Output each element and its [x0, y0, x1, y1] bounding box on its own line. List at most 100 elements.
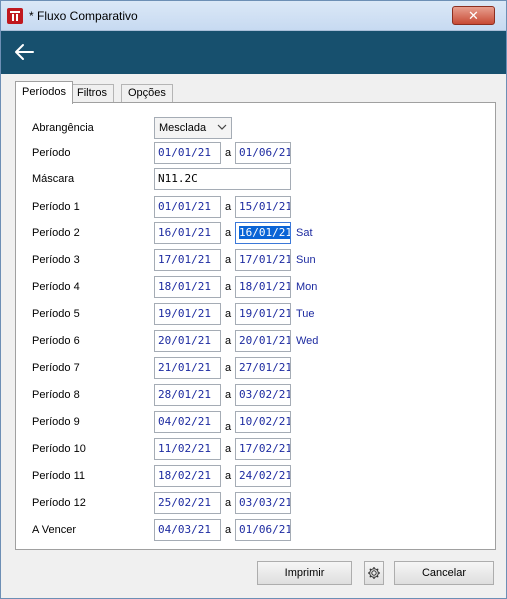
- tab-periodos[interactable]: Períodos: [15, 81, 74, 104]
- period-from-input[interactable]: 11/02/21: [154, 438, 221, 460]
- periodo-1-row: Período 1 01/01/21 a 15/01/21: [16, 196, 495, 220]
- period-label: Período 9: [32, 416, 80, 428]
- period-label: Período 1: [32, 201, 80, 213]
- selected-text: 16/01/21: [239, 226, 291, 239]
- periodo-2-row: Período 2 16/01/21 a 16/01/21 Sat: [16, 222, 495, 246]
- weekday-label: Tue: [296, 308, 315, 320]
- period-from-input[interactable]: 16/01/21: [154, 222, 221, 244]
- app-logo-icon: [7, 8, 23, 24]
- period-label: Período 11: [32, 470, 86, 482]
- periodo-8-row: Período 8 28/01/21 a 03/02/21: [16, 384, 495, 408]
- weekday-label: Sat: [296, 227, 313, 239]
- abrangencia-select[interactable]: Mesclada: [154, 117, 232, 139]
- period-to-input[interactable]: 17/01/21: [235, 249, 291, 271]
- window: * Fluxo Comparativo ✕ Períodos Filtros O…: [0, 0, 507, 599]
- period-from-input[interactable]: 18/02/21: [154, 465, 221, 487]
- print-button[interactable]: Imprimir: [257, 561, 352, 585]
- mascara-input[interactable]: N11.2C: [154, 168, 291, 190]
- period-to-input[interactable]: 16/01/21: [235, 222, 291, 244]
- period-from-input[interactable]: 20/01/21: [154, 330, 221, 352]
- tab-opcoes[interactable]: Opções: [121, 84, 173, 103]
- period-to-input[interactable]: 03/02/21: [235, 384, 291, 406]
- period-label: Período 4: [32, 281, 80, 293]
- a-vencer-row: A Vencer 04/03/21 a 01/06/21: [16, 519, 495, 543]
- arrow-left-icon: [15, 44, 34, 60]
- range-separator: a: [225, 443, 232, 455]
- back-button[interactable]: [11, 39, 41, 65]
- gear-icon: [368, 567, 380, 579]
- period-from-input[interactable]: 19/01/21: [154, 303, 221, 325]
- periodo-to-input[interactable]: 01/06/21: [235, 142, 291, 164]
- range-separator: a: [225, 335, 232, 347]
- period-from-input[interactable]: 17/01/21: [154, 249, 221, 271]
- periodo-label: Período: [32, 147, 71, 159]
- range-separator: a: [225, 497, 232, 509]
- period-label: Período 3: [32, 254, 80, 266]
- period-label: Período 10: [32, 443, 86, 455]
- range-separator: a: [225, 227, 232, 239]
- periodo-11-row: Período 11 18/02/21 a 24/02/21: [16, 465, 495, 489]
- a-vencer-from-input[interactable]: 04/03/21: [154, 519, 221, 541]
- range-separator: a: [225, 524, 232, 536]
- a-vencer-to-input[interactable]: 01/06/21: [235, 519, 291, 541]
- range-separator: a: [225, 389, 232, 401]
- range-separator: a: [225, 254, 232, 266]
- range-separator: a: [225, 362, 232, 374]
- periodo-3-row: Período 3 17/01/21 a 17/01/21 Sun: [16, 249, 495, 273]
- periodo-10-row: Período 10 11/02/21 a 17/02/21: [16, 438, 495, 462]
- mascara-label: Máscara: [32, 173, 75, 185]
- abrangencia-label: Abrangência: [32, 122, 94, 134]
- close-button[interactable]: ✕: [452, 6, 495, 25]
- periodos-panel: Abrangência Mesclada Período 01/01/21 a …: [15, 102, 496, 550]
- window-title: * Fluxo Comparativo: [29, 9, 138, 23]
- abrangencia-value: Mesclada: [159, 122, 207, 134]
- toolbar: [1, 31, 506, 74]
- period-from-input[interactable]: 21/01/21: [154, 357, 221, 379]
- periodo-5-row: Período 5 19/01/21 a 19/01/21 Tue: [16, 303, 495, 327]
- settings-button[interactable]: [364, 561, 384, 585]
- period-label: Período 5: [32, 308, 80, 320]
- period-to-input[interactable]: 19/01/21: [235, 303, 291, 325]
- period-label: Período 6: [32, 335, 80, 347]
- chevron-down-icon: [217, 124, 227, 130]
- range-separator: a: [225, 147, 232, 159]
- mascara-row: Máscara N11.2C: [16, 168, 495, 192]
- periodo-row: Período 01/01/21 a 01/06/21: [16, 142, 495, 166]
- period-to-input[interactable]: 24/02/21: [235, 465, 291, 487]
- range-separator: a: [225, 201, 232, 213]
- periodo-4-row: Período 4 18/01/21 a 18/01/21 Mon: [16, 276, 495, 300]
- period-from-input[interactable]: 28/01/21: [154, 384, 221, 406]
- period-from-input[interactable]: 04/02/21: [154, 411, 221, 433]
- tab-filtros[interactable]: Filtros: [70, 84, 114, 103]
- title-bar: * Fluxo Comparativo ✕: [1, 1, 506, 31]
- cancel-button-label: Cancelar: [421, 567, 467, 579]
- range-separator: a: [225, 470, 232, 482]
- weekday-label: Sun: [296, 254, 316, 266]
- a-vencer-label: A Vencer: [32, 524, 77, 536]
- period-from-input[interactable]: 18/01/21: [154, 276, 221, 298]
- period-from-input[interactable]: 01/01/21: [154, 196, 221, 218]
- period-to-input[interactable]: 15/01/21: [235, 196, 291, 218]
- weekday-label: Mon: [296, 281, 318, 293]
- period-to-input[interactable]: 27/01/21: [235, 357, 291, 379]
- print-button-label: Imprimir: [284, 567, 325, 579]
- range-separator: a: [225, 308, 232, 320]
- cancel-button[interactable]: Cancelar: [394, 561, 494, 585]
- period-to-input[interactable]: 17/02/21: [235, 438, 291, 460]
- period-to-input[interactable]: 10/02/21: [235, 411, 291, 433]
- periodo-from-input[interactable]: 01/01/21: [154, 142, 221, 164]
- period-label: Período 7: [32, 362, 80, 374]
- period-to-input[interactable]: 20/01/21: [235, 330, 291, 352]
- periodo-7-row: Período 7 21/01/21 a 27/01/21: [16, 357, 495, 381]
- period-label: Período 12: [32, 497, 86, 509]
- period-label: Período 8: [32, 389, 80, 401]
- weekday-label: Wed: [296, 335, 319, 347]
- periodo-9-row: Período 9 04/02/21 a 10/02/21: [16, 411, 495, 435]
- period-to-input[interactable]: 18/01/21: [235, 276, 291, 298]
- range-separator: a: [225, 281, 232, 293]
- period-to-input[interactable]: 03/03/21: [235, 492, 291, 514]
- period-label: Período 2: [32, 227, 80, 239]
- periodo-6-row: Período 6 20/01/21 a 20/01/21 Wed: [16, 330, 495, 354]
- period-from-input[interactable]: 25/02/21: [154, 492, 221, 514]
- abrangencia-row: Abrangência Mesclada: [16, 117, 495, 141]
